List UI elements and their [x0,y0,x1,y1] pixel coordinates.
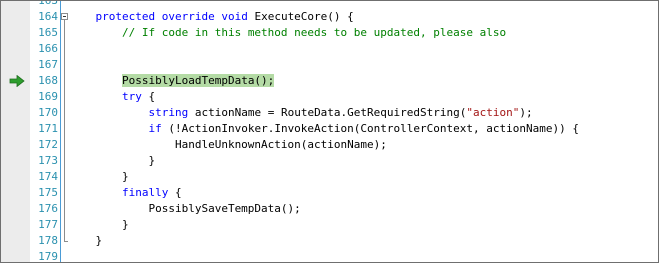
line-number: 177 [38,218,58,231]
code-token: "action" [466,106,520,119]
code-line[interactable]: 173 } [1,153,658,169]
code-line[interactable]: 167 [1,57,658,73]
line-number: 179 [38,250,58,263]
line-number: 167 [38,58,58,71]
code-token: try [121,90,142,103]
code-line[interactable]: 169 try { [1,89,658,105]
code-line[interactable]: 164 protected override void ExecuteCore(… [1,9,658,25]
code-line[interactable]: 178 } [1,233,658,249]
line-number: 169 [38,90,58,103]
outline-guide [64,20,65,241]
code-token: } [69,170,129,183]
code-line[interactable]: 174 } [1,169,658,185]
line-number: 170 [38,106,58,119]
code-text[interactable]: } [69,233,102,249]
code-line[interactable]: 172 HandleUnknownAction(actionName); [1,137,658,153]
code-token: } [69,154,156,167]
code-line[interactable]: 165 // If code in this method needs to b… [1,25,658,41]
code-token: if [148,122,162,135]
code-text[interactable]: if (!ActionInvoker.InvokeAction(Controll… [69,121,579,137]
line-number: 164 [38,10,58,23]
code-token: actionName = RouteData.GetRequiredString… [188,106,467,119]
code-editor[interactable]: 163 164 protected override void ExecuteCo… [0,0,659,263]
instruction-pointer-arrow-icon[interactable] [9,75,25,87]
code-text[interactable]: // If code in this method needs to be up… [69,25,506,41]
code-token: protected override void [95,10,248,23]
code-line[interactable]: 171 if (!ActionInvoker.InvokeAction(Cont… [1,121,658,137]
code-line[interactable]: 177 } [1,217,658,233]
code-text[interactable]: } [69,153,155,169]
code-token: HandleUnknownAction(actionName); [69,138,387,151]
code-text[interactable]: } [69,169,129,185]
code-line[interactable]: 175 finally { [1,185,658,201]
code-line[interactable]: 168 PossiblyLoadTempData(); [1,73,658,89]
collapse-region-icon[interactable] [61,13,68,20]
line-number: 175 [38,186,58,199]
code-token: { [141,90,156,103]
line-number: 174 [38,170,58,183]
code-line[interactable]: 170 string actionName = RouteData.GetReq… [1,105,658,121]
code-token: { [168,186,182,199]
code-token: string [148,106,189,119]
code-text[interactable]: HandleUnknownAction(actionName); [69,137,387,153]
code-token: } [69,218,129,231]
line-number: 168 [38,74,58,87]
code-line[interactable]: 163 [1,0,658,9]
code-token: } [69,234,103,247]
code-text[interactable]: try { [69,89,155,105]
line-number: 173 [38,154,58,167]
line-number: 176 [38,202,58,215]
code-line[interactable]: 179 [1,249,658,263]
code-token: // If code in this method needs to be up… [121,26,507,39]
line-number: 165 [38,26,58,39]
code-text[interactable]: } [69,217,129,233]
code-text[interactable]: PossiblySaveTempData(); [69,201,301,217]
code-token: ExecuteCore() { [247,10,354,23]
line-number: 171 [38,122,58,135]
code-line[interactable]: 166 [1,41,658,57]
code-text[interactable]: protected override void ExecuteCore() { [69,9,354,25]
code-token: ); [519,106,533,119]
code-text[interactable]: string actionName = RouteData.GetRequire… [69,105,533,121]
outline-guide-end [64,241,68,242]
line-number: 172 [38,138,58,151]
code-token: (!ActionInvoker.InvokeAction(ControllerC… [161,122,579,135]
current-statement-highlight: PossiblyLoadTempData(); [121,74,275,87]
line-number: 178 [38,234,58,247]
code-line[interactable]: 176 PossiblySaveTempData(); [1,201,658,217]
code-text[interactable]: finally { [69,185,182,201]
line-number: 163 [38,0,58,7]
code-text[interactable]: PossiblyLoadTempData(); [69,73,275,89]
line-number: 166 [38,42,58,55]
code-token: finally [121,186,169,199]
code-token: PossiblySaveTempData(); [69,202,301,215]
